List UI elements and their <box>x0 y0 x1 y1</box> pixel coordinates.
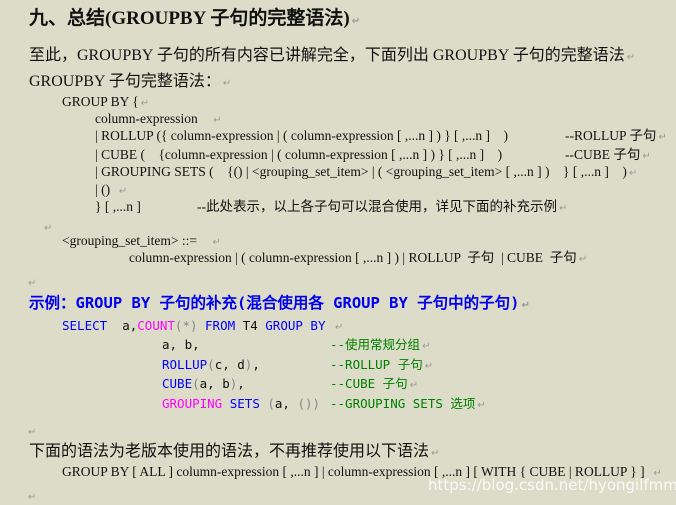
code-token: SETS <box>222 396 268 411</box>
empty-paragraph: ↵ <box>26 423 36 439</box>
syntax-rollup: | ROLLUP ({ column-expression | ( column… <box>95 128 509 143</box>
paragraph-mark-icon: ↵ <box>658 132 667 143</box>
code-token: c, d <box>214 357 245 372</box>
paragraph-mark-icon: ↵ <box>431 448 440 459</box>
paragraph-mark-icon: ↵ <box>212 237 221 248</box>
syntax-groupby-open: GROUP BY {↵ <box>62 94 150 109</box>
code-token: ( <box>192 376 200 391</box>
code-token: () <box>297 396 313 411</box>
code-token: , <box>237 376 245 391</box>
code-token: ( <box>207 357 215 372</box>
paragraph-mark-icon: ↵ <box>626 52 636 63</box>
example-row-comment: --ROLLUP 子句 ↵ <box>330 357 434 372</box>
syntax-close-comment: --此处表示，以上各子句可以混合使用，详见下面的补充示例 ↵ <box>197 199 568 214</box>
paragraph-mark-icon: ↵ <box>409 380 419 391</box>
syntax-grouping-sets: | GROUPING SETS ( {() | <grouping_set_it… <box>95 164 638 179</box>
example-row-code: a, b, <box>162 337 200 352</box>
grouping-set-item-definition: <grouping_set_item> ::= ↵ <box>62 233 221 248</box>
paragraph-mark-icon: ↵ <box>477 400 486 411</box>
syntax-cube-comment: --CUBE 子句 ↵ <box>565 147 651 162</box>
from-keyword: FROM <box>205 318 236 333</box>
example-row-code: CUBE(a, b), <box>162 376 245 391</box>
code-token: a, <box>274 396 298 411</box>
table-name: T4 <box>242 318 258 333</box>
code-token: , <box>252 357 260 372</box>
intro-line-1: 至此，GROUPBY 子句的所有内容已讲解完全，下面列出 GROUPBY 子句的… <box>29 47 636 64</box>
code-token: ROLLUP <box>162 357 208 372</box>
paragraph-mark-icon: ↵ <box>578 254 588 265</box>
paragraph-mark-icon: ↵ <box>422 341 431 352</box>
select-keyword: SELECT <box>62 318 108 333</box>
syntax-rollup-comment: --ROLLUP 子句 ↵ <box>565 128 667 143</box>
example-row-comment: --CUBE 子句 ↵ <box>330 376 419 391</box>
paragraph-mark-icon: ↵ <box>213 115 222 126</box>
intro-line-2: GROUPBY 子句完整语法： ↵ <box>29 73 232 90</box>
paragraph-mark-icon: ↵ <box>628 168 638 179</box>
code-token: ) <box>312 396 321 411</box>
paragraph-mark-icon: ↵ <box>521 300 530 311</box>
count-argument: (*) <box>174 318 198 333</box>
section-heading: 九、总结(GROUPBY 子句的完整语法) ↵ <box>29 8 361 29</box>
syntax-empty-set: | () ↵ <box>95 182 128 197</box>
groupby-keyword: GROUP BY <box>265 318 326 333</box>
example-select-line: SELECT a,COUNT(*) FROM T4 GROUP BY ↵ <box>62 318 344 333</box>
paragraph-mark-icon: ↵ <box>335 322 344 333</box>
syntax-column-expression: column-expression ↵ <box>95 111 222 126</box>
paragraph-mark-icon: ↵ <box>44 223 53 234</box>
example-title: 示例：GROUP BY 子句的补充(混合使用各 GROUP BY 子句中的子句)… <box>29 294 530 312</box>
paragraph-mark-icon: ↵ <box>28 278 37 289</box>
example-row-comment: --使用常规分组 ↵ <box>330 337 431 352</box>
watermark: https://blog.csdn.net/hyongilfmmm <box>428 476 676 494</box>
grouping-set-item-body: column-expression | ( column-expression … <box>129 250 588 265</box>
example-row-code: GROUPING SETS (a, ()) <box>162 396 321 411</box>
paragraph-mark-icon: ↵ <box>351 16 361 27</box>
paragraph-mark-icon: ↵ <box>559 203 568 214</box>
empty-paragraph: ↵ <box>42 219 52 235</box>
legacy-intro: 下面的语法为老版本使用的语法，不再推荐使用以下语法 ↵ <box>29 443 440 460</box>
paragraph-mark-icon: ↵ <box>28 427 37 438</box>
syntax-cube: | CUBE ( {column-expression | ( column-e… <box>95 147 503 162</box>
code-token: CUBE <box>162 376 193 391</box>
paragraph-mark-icon: ↵ <box>222 78 232 89</box>
paragraph-mark-icon: ↵ <box>140 98 150 109</box>
select-column: a, <box>122 318 138 333</box>
example-row-comment: --GROUPING SETS 选项 ↵ <box>330 396 486 411</box>
code-token: ( <box>267 396 275 411</box>
empty-paragraph: ↵ <box>26 488 36 504</box>
example-row-code: ROLLUP(c, d), <box>162 357 260 372</box>
empty-paragraph: ↵ <box>26 274 36 290</box>
count-function: COUNT <box>137 318 175 333</box>
paragraph-mark-icon: ↵ <box>28 492 37 503</box>
paragraph-mark-icon: ↵ <box>118 186 128 197</box>
syntax-close: } [ ,...n ] <box>95 199 141 214</box>
paragraph-mark-icon: ↵ <box>642 151 651 162</box>
code-token: GROUPING <box>162 396 223 411</box>
code-token: a, b <box>199 376 230 391</box>
code-token: a, b, <box>162 337 200 352</box>
paragraph-mark-icon: ↵ <box>424 361 434 372</box>
